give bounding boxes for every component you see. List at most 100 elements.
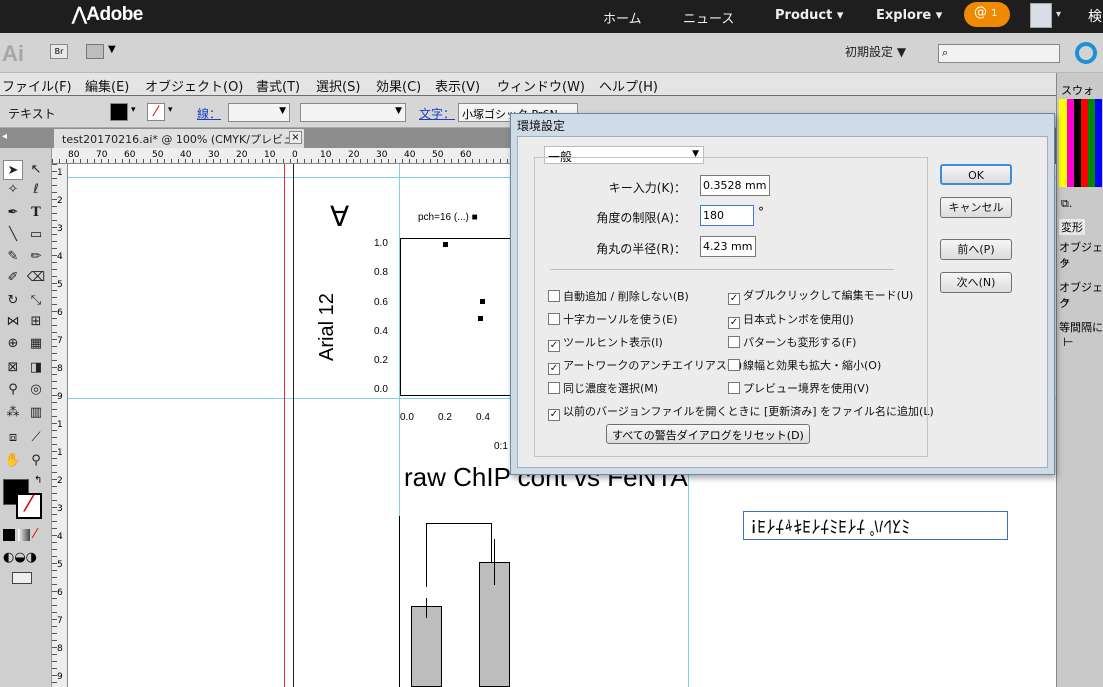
line-tool-icon[interactable]: ╲: [3, 225, 23, 245]
scatter-plot-frame[interactable]: [400, 238, 512, 396]
distribute-top-icon[interactable]: ⫧: [1063, 294, 1070, 309]
character-label[interactable]: 文字：: [419, 105, 455, 122]
scatter-point[interactable]: [478, 316, 483, 321]
fill-swatch[interactable]: [110, 103, 128, 121]
distribute-spacing-label: 等間隔に: [1059, 321, 1103, 334]
ruler-v-label: 1: [57, 420, 63, 430]
slice-tool-icon[interactable]: ⟋: [26, 428, 46, 448]
swap-colors-icon[interactable]: ↰: [34, 475, 42, 486]
blob-brush-tool-icon[interactable]: ✐: [3, 268, 23, 288]
ruler-v-label: 2: [57, 476, 63, 486]
color-mode-icon[interactable]: [3, 529, 15, 541]
shape-builder-tool-icon[interactable]: ⊕: [3, 334, 23, 354]
sync-settings-icon[interactable]: [1075, 42, 1097, 64]
search-link-partial[interactable]: 検: [1088, 6, 1102, 26]
previous-button[interactable]: 前へ(P): [940, 239, 1012, 260]
artboard-tool-icon[interactable]: ⧈: [3, 428, 23, 448]
pencil-tool-icon[interactable]: ✏: [26, 247, 46, 267]
gradient-tool-icon[interactable]: ◨: [26, 358, 46, 378]
menu-help[interactable]: ヘルプ(H): [599, 76, 658, 95]
eraser-tool-icon[interactable]: ⌫: [26, 268, 46, 288]
nav-news[interactable]: ニュース: [683, 8, 734, 27]
zoom-tool-icon[interactable]: ⚲: [26, 451, 46, 471]
align-left-icon[interactable]: ⫦: [1063, 254, 1070, 269]
nav-home[interactable]: ホーム: [603, 8, 642, 27]
lasso-tool-icon[interactable]: ℓ: [26, 180, 46, 200]
menu-object[interactable]: オブジェクト(O): [145, 76, 243, 95]
stroke-chevron-icon[interactable]: ▾: [168, 105, 173, 115]
menu-window[interactable]: ウィンドウ(W): [497, 76, 585, 95]
arrange-documents-icon[interactable]: [86, 44, 104, 59]
y-axis-label[interactable]: Arial 12: [316, 293, 339, 361]
menu-file[interactable]: ファイル(F): [2, 76, 72, 95]
x-tick-label: 0.2: [438, 412, 452, 423]
menu-select[interactable]: 選択(S): [316, 76, 360, 95]
direct-selection-tool-icon[interactable]: ↖: [26, 160, 46, 180]
scale-tool-icon[interactable]: ⤡: [26, 291, 46, 311]
artboard-edge: [293, 164, 294, 687]
pch-label[interactable]: pch=16 (...) ■: [418, 212, 478, 223]
stroke-color-swatch[interactable]: ⁄: [16, 493, 42, 519]
ruler-v-label: 3: [57, 224, 63, 234]
screen-mode-icon[interactable]: [12, 572, 32, 584]
type-tool-icon[interactable]: T: [26, 203, 46, 223]
bar[interactable]: [411, 606, 442, 687]
magic-wand-tool-icon[interactable]: ✧: [3, 180, 23, 200]
selected-rotated-text[interactable]: ﾐｽﾚﾊﾟﾅｲﾖﾐﾅｲﾖｷｬﾅｲﾖ!: [743, 511, 1008, 540]
pen-tool-icon[interactable]: ✒: [3, 203, 23, 223]
collapse-panel-icon[interactable]: ◂: [2, 131, 7, 142]
blend-tool-icon[interactable]: ◎: [26, 380, 46, 400]
none-mode-icon[interactable]: ⁄: [34, 527, 36, 542]
perspective-grid-tool-icon[interactable]: ▦: [26, 334, 46, 354]
scatter-point[interactable]: [480, 299, 485, 304]
close-tab-icon[interactable]: ×: [289, 131, 302, 144]
stroke-none-swatch[interactable]: ⁄: [147, 103, 165, 121]
ok-button[interactable]: OK: [940, 164, 1012, 185]
column-graph-tool-icon[interactable]: ▥: [26, 403, 46, 423]
selection-tool-icon[interactable]: ➤: [3, 160, 23, 180]
eyedropper-tool-icon[interactable]: ⚲: [3, 380, 23, 400]
rectangle-tool-icon[interactable]: ▭: [26, 225, 46, 245]
stroke-weight-field[interactable]: ▼: [228, 103, 290, 122]
avatar[interactable]: [1030, 3, 1052, 28]
workspace-switcher[interactable]: 初期設定 ▼: [845, 43, 906, 60]
swatch-grid[interactable]: [1059, 99, 1102, 187]
bridge-button[interactable]: Br: [50, 44, 68, 59]
next-button[interactable]: 次へ(N): [940, 272, 1012, 293]
preferences-dialog: 環境設定 一般 ▼ キー入力(K)： 0.3528 mm 角度の制限(A)： 1…: [510, 113, 1055, 475]
adobe-top-bar: ⋀Adobe ホーム ニュース Product ▾ Explore ▾ @ 1 …: [0, 0, 1103, 33]
symbol-sprayer-tool-icon[interactable]: ⁂: [3, 403, 23, 423]
notification-badge[interactable]: @ 1: [964, 2, 1010, 27]
style-field[interactable]: ▼: [300, 103, 406, 122]
ruler-v-label: 1: [57, 168, 63, 178]
fill-chevron-icon[interactable]: ▾: [131, 105, 136, 115]
search-input[interactable]: ⌕: [938, 44, 1060, 63]
adobe-logo[interactable]: ⋀Adobe: [72, 4, 143, 26]
distribute-spacing-icon[interactable]: ⊢: [1063, 335, 1073, 349]
hand-tool-icon[interactable]: ✋: [3, 451, 23, 471]
nav-explore[interactable]: Explore ▾: [876, 8, 942, 23]
document-tab[interactable]: test20170216.ai* @ 100% (CMYK/プレビュー): [54, 129, 304, 162]
menu-view[interactable]: 表示(V): [435, 76, 480, 95]
stroke-label[interactable]: 線：: [197, 105, 221, 122]
ruler-v-label: 4: [57, 532, 63, 542]
free-transform-tool-icon[interactable]: ⊞: [26, 312, 46, 332]
menu-edit[interactable]: 編集(E): [85, 76, 129, 95]
menu-type[interactable]: 書式(T): [256, 76, 300, 95]
gradient-mode-icon[interactable]: [18, 529, 30, 541]
mesh-tool-icon[interactable]: ⊠: [3, 358, 23, 378]
avatar-chevron-icon[interactable]: ▾: [1056, 9, 1061, 20]
menu-effect[interactable]: 効果(C): [376, 76, 421, 95]
panel-expand-icon[interactable]: ⧉.: [1061, 197, 1072, 211]
arrange-chevron-icon[interactable]: ▼: [108, 44, 116, 55]
nav-product[interactable]: Product ▾: [775, 8, 843, 23]
drawing-modes-icon[interactable]: ◐◒◑: [3, 550, 37, 565]
scatter-point[interactable]: [443, 242, 448, 247]
rotate-tool-icon[interactable]: ↻: [3, 291, 23, 311]
transform-tab[interactable]: 変形: [1059, 219, 1085, 235]
illustrator-app-icon: Ai: [2, 41, 24, 66]
cancel-button[interactable]: キャンセル: [940, 197, 1012, 218]
paintbrush-tool-icon[interactable]: ✎: [3, 247, 23, 267]
width-tool-icon[interactable]: ⋈: [3, 312, 23, 332]
forall-text[interactable]: ∀: [330, 200, 349, 233]
